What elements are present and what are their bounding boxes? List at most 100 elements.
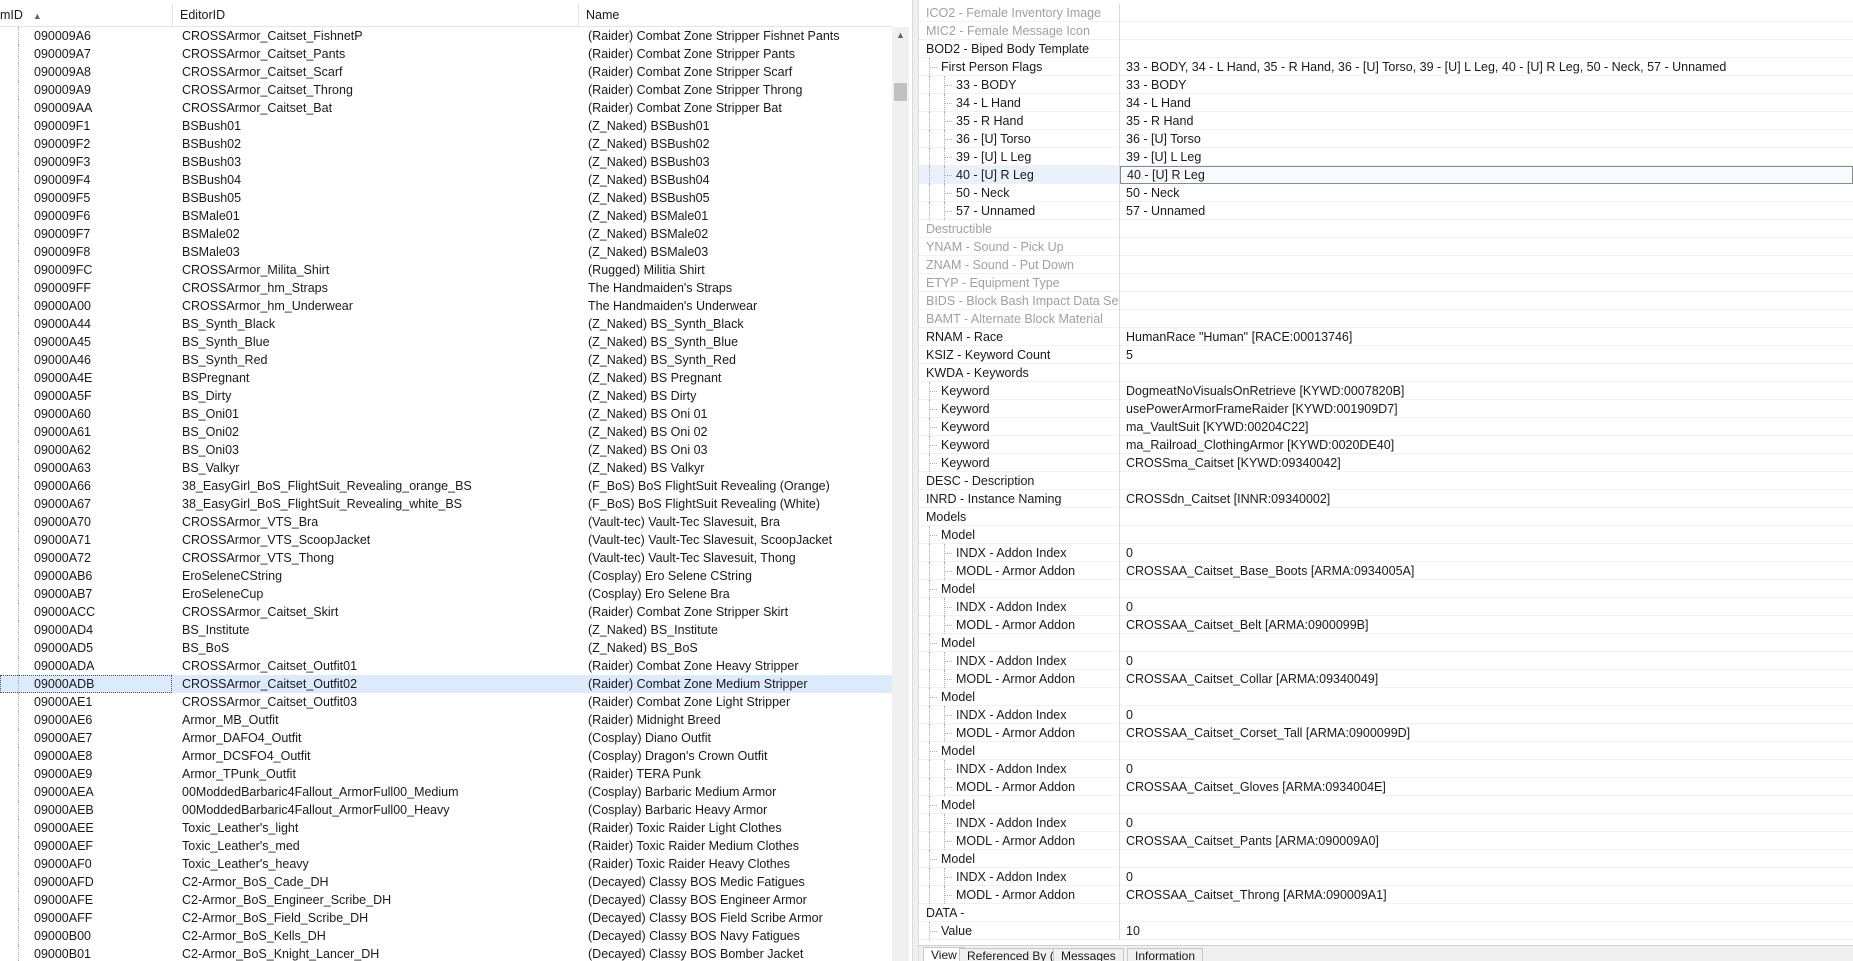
field-value[interactable]: 0 bbox=[1126, 598, 1846, 616]
field-value[interactable]: CROSSdn_Caitset [INNR:09340002] bbox=[1126, 490, 1846, 508]
field-value[interactable]: DogmeatNoVisualsOnRetrieve [KYWD:0007820… bbox=[1126, 382, 1846, 400]
field-value[interactable]: 50 - Neck bbox=[1126, 184, 1846, 202]
field-value[interactable]: 34 - L Hand bbox=[1126, 94, 1846, 112]
tab-information[interactable]: Information bbox=[1127, 948, 1204, 961]
field-value[interactable] bbox=[1126, 850, 1846, 868]
field-value[interactable]: 33 - BODY bbox=[1126, 76, 1846, 94]
record-row[interactable]: 090009F6 BSMale01 (Z_Naked) BSMale01 bbox=[0, 207, 892, 225]
record-row[interactable]: 09000A4E BSPregnant (Z_Naked) BS Pregnant bbox=[0, 369, 892, 387]
record-field-row[interactable]: ETYP - Equipment Type bbox=[919, 274, 1853, 292]
record-field-row[interactable]: INDX - Addon Index 0 bbox=[919, 544, 1853, 562]
field-value[interactable]: 40 - [U] R Leg bbox=[1120, 166, 1853, 184]
record-row[interactable]: 09000AEA 00ModdedBarbaric4Fallout_ArmorFu… bbox=[0, 783, 892, 801]
record-field-row[interactable]: Model bbox=[919, 850, 1853, 868]
scrollbar-thumb[interactable] bbox=[894, 83, 907, 101]
field-value[interactable] bbox=[1126, 40, 1846, 58]
field-value[interactable]: ma_VaultSuit [KYWD:00204C22] bbox=[1126, 418, 1846, 436]
field-value[interactable]: 0 bbox=[1126, 814, 1846, 832]
record-field-row[interactable]: KSIZ - Keyword Count 5 bbox=[919, 346, 1853, 364]
record-row[interactable]: 09000A46 BS_Synth_Red (Z_Naked) BS_Synth_R… bbox=[0, 351, 892, 369]
record-field-row[interactable]: Keyword ma_VaultSuit [KYWD:00204C22] bbox=[919, 418, 1853, 436]
record-row[interactable]: 09000AE9 Armor_TPunk_Outfit (Raider) TERA … bbox=[0, 765, 892, 783]
field-value[interactable] bbox=[1126, 796, 1846, 814]
record-field-row[interactable]: Value 10 bbox=[919, 922, 1853, 940]
column-header-name[interactable]: Name bbox=[580, 4, 892, 26]
record-row[interactable]: 09000AEE Toxic_Leather's_light (Raider) To… bbox=[0, 819, 892, 837]
field-value[interactable] bbox=[1126, 292, 1846, 310]
field-value[interactable]: 0 bbox=[1126, 544, 1846, 562]
record-field-row[interactable]: DATA - bbox=[919, 904, 1853, 922]
record-field-row[interactable]: 33 - BODY 33 - BODY bbox=[919, 76, 1853, 94]
field-value[interactable] bbox=[1126, 4, 1846, 22]
scroll-up-arrow-icon[interactable]: ▲ bbox=[892, 27, 909, 44]
record-field-row[interactable]: INDX - Addon Index 0 bbox=[919, 814, 1853, 832]
field-value[interactable] bbox=[1126, 688, 1846, 706]
field-value[interactable] bbox=[1126, 580, 1846, 598]
pane-splitter[interactable] bbox=[912, 0, 919, 961]
field-value[interactable]: HumanRace "Human" [RACE:00013746] bbox=[1126, 328, 1846, 346]
record-field-row[interactable]: Model bbox=[919, 742, 1853, 760]
record-row[interactable]: 090009F5 BSBush05 (Z_Naked) BSBush05 bbox=[0, 189, 892, 207]
record-field-row[interactable]: Model bbox=[919, 634, 1853, 652]
record-row[interactable]: 090009FC CROSSArmor_Milita_Shirt (Rugged) … bbox=[0, 261, 892, 279]
record-row[interactable]: 09000ADA CROSSArmor_Caitset_Outfit01 (Raid… bbox=[0, 657, 892, 675]
field-value[interactable]: 33 - BODY, 34 - L Hand, 35 - R Hand, 36 … bbox=[1126, 58, 1846, 76]
field-value[interactable]: 5 bbox=[1126, 346, 1846, 364]
record-row[interactable]: 09000ACC CROSSArmor_Caitset_Skirt (Raider)… bbox=[0, 603, 892, 621]
field-value[interactable]: CROSSAA_Caitset_Corset_Tall [ARMA:090009… bbox=[1126, 724, 1846, 742]
record-row[interactable]: 09000A00 CROSSArmor_hm_Underwear The Handm… bbox=[0, 297, 892, 315]
record-row[interactable]: 09000A5F BS_Dirty (Z_Naked) BS Dirty bbox=[0, 387, 892, 405]
field-value[interactable] bbox=[1126, 364, 1846, 382]
record-field-row[interactable]: 35 - R Hand 35 - R Hand bbox=[919, 112, 1853, 130]
record-row[interactable]: 09000AD4 BS_Institute (Z_Naked) BS_Institu… bbox=[0, 621, 892, 639]
record-field-row[interactable]: 34 - L Hand 34 - L Hand bbox=[919, 94, 1853, 112]
field-value[interactable] bbox=[1126, 742, 1846, 760]
record-row[interactable]: 090009F3 BSBush03 (Z_Naked) BSBush03 bbox=[0, 153, 892, 171]
field-value[interactable] bbox=[1126, 256, 1846, 274]
record-row[interactable]: 090009F7 BSMale02 (Z_Naked) BSMale02 bbox=[0, 225, 892, 243]
record-row[interactable]: 09000A71 CROSSArmor_VTS_ScoopJacket (Vault… bbox=[0, 531, 892, 549]
record-row[interactable]: 09000A61 BS_Oni02 (Z_Naked) BS Oni 02 bbox=[0, 423, 892, 441]
record-field-row[interactable]: MODL - Armor Addon CROSSAA_Caitset_Pants … bbox=[919, 832, 1853, 850]
record-field-row[interactable]: ICO2 - Female Inventory Image bbox=[919, 4, 1853, 22]
record-row[interactable]: 09000AD5 BS_BoS (Z_Naked) BS_BoS bbox=[0, 639, 892, 657]
record-row[interactable]: 09000A45 BS_Synth_Blue (Z_Naked) BS_Synth_… bbox=[0, 333, 892, 351]
record-row[interactable]: 090009AA CROSSArmor_Caitset_Bat (Raider) C… bbox=[0, 99, 892, 117]
record-field-row[interactable]: BIDS - Block Bash Impact Data Set bbox=[919, 292, 1853, 310]
record-row[interactable]: 09000A72 CROSSArmor_VTS_Thong (Vault-tec) … bbox=[0, 549, 892, 567]
record-row[interactable]: 09000AE1 CROSSArmor_Caitset_Outfit03 (Raid… bbox=[0, 693, 892, 711]
record-row[interactable]: 09000AEB 00ModdedBarbaric4Fallout_ArmorFu… bbox=[0, 801, 892, 819]
record-field-row[interactable]: RNAM - Race HumanRace "Human" [RACE:00013… bbox=[919, 328, 1853, 346]
field-value[interactable]: CROSSAA_Caitset_Throng [ARMA:090009A1] bbox=[1126, 886, 1846, 904]
column-header-form-id[interactable]: mID ▲ bbox=[0, 4, 173, 26]
record-row[interactable]: 09000A70 CROSSArmor_VTS_Bra (Vault-tec) Va… bbox=[0, 513, 892, 531]
field-value[interactable]: CROSSAA_Caitset_Belt [ARMA:0900099B] bbox=[1126, 616, 1846, 634]
column-header-editor-id[interactable]: EditorID bbox=[174, 4, 579, 26]
field-value[interactable] bbox=[1126, 526, 1846, 544]
field-value[interactable]: 0 bbox=[1126, 760, 1846, 778]
field-value[interactable]: 35 - R Hand bbox=[1126, 112, 1846, 130]
record-field-row[interactable]: INDX - Addon Index 0 bbox=[919, 706, 1853, 724]
record-row[interactable]: 09000A62 BS_Oni03 (Z_Naked) BS Oni 03 bbox=[0, 441, 892, 459]
record-field-row[interactable]: MODL - Armor Addon CROSSAA_Caitset_Corset… bbox=[919, 724, 1853, 742]
record-row[interactable]: 09000AE6 Armor_MB_Outfit (Raider) Midnight… bbox=[0, 711, 892, 729]
record-row[interactable]: 09000A60 BS_Oni01 (Z_Naked) BS Oni 01 bbox=[0, 405, 892, 423]
record-field-row[interactable]: DESC - Description bbox=[919, 472, 1853, 490]
record-field-row[interactable]: Keyword CROSSma_Caitset [KYWD:09340042] bbox=[919, 454, 1853, 472]
record-field-row[interactable]: Keyword usePowerArmorFrameRaider [KYWD:00… bbox=[919, 400, 1853, 418]
field-value[interactable] bbox=[1126, 634, 1846, 652]
field-value[interactable]: 10 bbox=[1126, 922, 1846, 940]
record-row[interactable]: 090009A7 CROSSArmor_Caitset_Pants (Raider)… bbox=[0, 45, 892, 63]
field-value[interactable]: 0 bbox=[1126, 868, 1846, 886]
field-value[interactable]: CROSSma_Caitset [KYWD:09340042] bbox=[1126, 454, 1846, 472]
record-row[interactable]: 09000AFD C2-Armor_BoS_Cade_DH (Decayed) Cl… bbox=[0, 873, 892, 891]
record-row[interactable]: 09000B01 C2-Armor_BoS_Knight_Lancer_DH (De… bbox=[0, 945, 892, 961]
record-list-scrollbar[interactable]: ▲ bbox=[892, 27, 909, 961]
record-row[interactable]: 090009A9 CROSSArmor_Caitset_Throng (Raider… bbox=[0, 81, 892, 99]
field-value[interactable]: 0 bbox=[1126, 706, 1846, 724]
record-field-row[interactable]: MODL - Armor Addon CROSSAA_Caitset_Belt [… bbox=[919, 616, 1853, 634]
record-field-row[interactable]: Keyword ma_Railroad_ClothingArmor [KYWD:0… bbox=[919, 436, 1853, 454]
record-row[interactable]: 09000B00 C2-Armor_BoS_Kells_DH (Decayed) C… bbox=[0, 927, 892, 945]
record-field-row[interactable]: INDX - Addon Index 0 bbox=[919, 760, 1853, 778]
field-value[interactable] bbox=[1126, 310, 1846, 328]
